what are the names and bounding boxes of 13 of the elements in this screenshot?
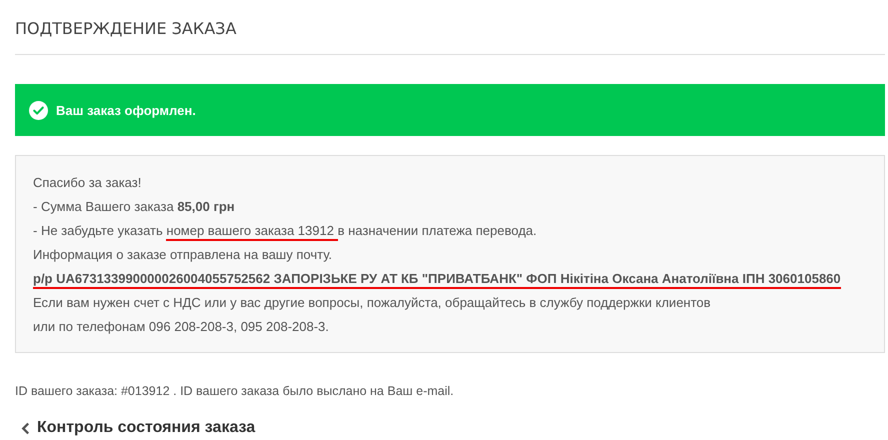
info-text: - Сумма Вашего заказа 85,00 грн	[33, 198, 236, 216]
info-text: Информация о заказе отправлена на вашу почту.	[33, 246, 334, 264]
info-text: Спасибо за заказ!	[33, 174, 142, 192]
alert-message: Ваш заказ оформлен.	[56, 102, 196, 118]
info-text: - Не забудьте указать номер вашего заказа 13912 в назначении платежа перевода.	[33, 219, 874, 243]
page-title: ПОДТВЕРЖДЕНИЕ ЗАКАЗА	[15, 18, 238, 40]
back-link[interactable]: Контроль состояния заказа	[21, 419, 256, 437]
check-circle-icon	[29, 100, 48, 120]
info-text: Если вам нужен счет с НДС или у вас другие вопросы, пожалуйста, обращайтесь в службу поддержки клиентов	[33, 294, 712, 312]
order-id-note: ID вашего заказа: #013912 . ID вашего заказа было выслано на Ваш e-mail.	[15, 383, 455, 399]
info-text: или по телефонам 096 208-208-3, 095 208-208-3.	[33, 318, 330, 336]
chevron-left-icon	[21, 422, 30, 434]
info-text: р/р UA673133990000026004055752562 ЗАПОРІЗЬКЕ РУ АТ КБ "ПРИВАТБАНК" ФОП Нікітіна Оксана Анатоліївна ІПН 3060105860	[33, 267, 874, 291]
